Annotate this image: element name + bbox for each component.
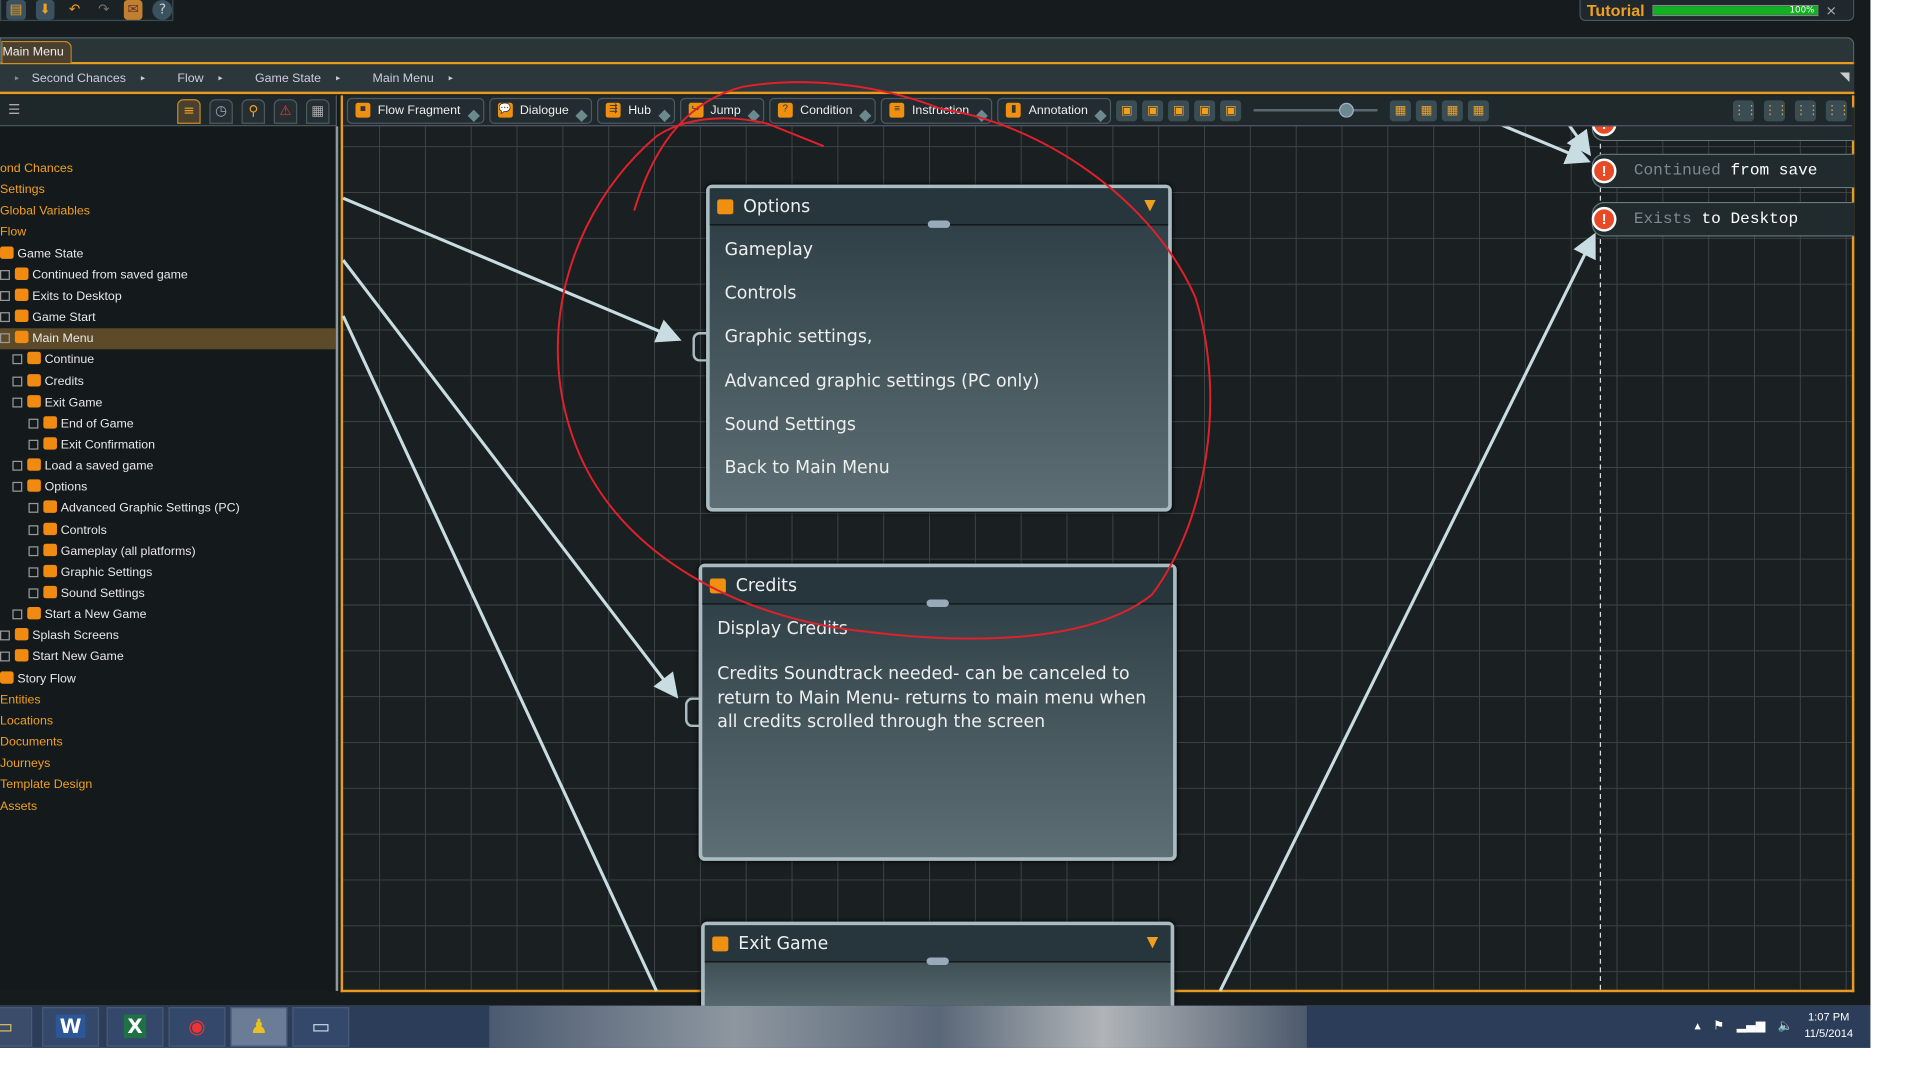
network-icon[interactable]: ▂▄▆ — [1737, 1019, 1766, 1033]
desktop-wallpaper — [489, 1005, 1307, 1048]
taskbar: ▭ W X ◉ ♟ ▭ ▴ ⚑ ▂▄▆ 🔈 1:07 PM 11/5/2014 — [0, 1005, 1871, 1048]
show-hidden-icon[interactable]: ▴ — [1695, 1019, 1701, 1033]
flag-icon[interactable]: ⚑ — [1713, 1019, 1724, 1033]
taskbar-articy[interactable]: ♟ — [230, 1007, 288, 1047]
taskbar-excel[interactable]: X — [106, 1007, 164, 1047]
app-window: ▤ ⬇ ↶ ↷ ✉ ? Tutorial 100% × Main Menu ▸ … — [0, 0, 1871, 1006]
taskbar-chrome[interactable]: ◉ — [168, 1007, 226, 1047]
annotation-circle — [556, 81, 1212, 640]
clock-date: 11/5/2014 — [1804, 1026, 1854, 1040]
clock[interactable]: 1:07 PM 11/5/2014 — [1804, 1010, 1853, 1042]
taskbar-word[interactable]: W — [42, 1007, 100, 1047]
volume-icon[interactable]: 🔈 — [1778, 1019, 1793, 1033]
taskbar-explorer[interactable]: ▭ — [0, 1007, 33, 1047]
system-tray: ▴ ⚑ ▂▄▆ 🔈 — [1695, 1019, 1794, 1033]
taskbar-photos[interactable]: ▭ — [292, 1007, 350, 1047]
clock-time: 1:07 PM — [1807, 1010, 1850, 1024]
red-annotation — [556, 81, 1212, 640]
